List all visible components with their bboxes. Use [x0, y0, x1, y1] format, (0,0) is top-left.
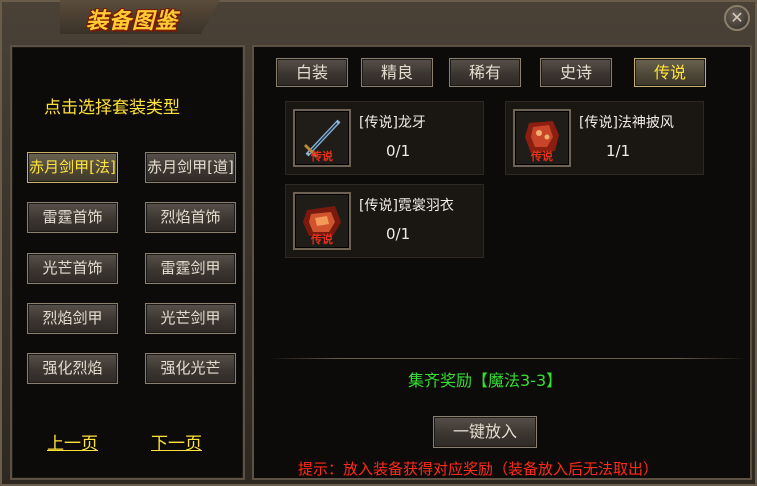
- one-click-insert-button[interactable]: 一键放入: [433, 416, 537, 448]
- prev-page-link[interactable]: 上一页: [47, 429, 98, 454]
- tab-white[interactable]: 白装: [276, 58, 348, 87]
- suit-button-guangmang-armor[interactable]: 光芒剑甲: [145, 303, 236, 334]
- item-slot[interactable]: 传说: [293, 192, 351, 250]
- item-slot[interactable]: 传说: [513, 109, 571, 167]
- item-count: 0/1: [386, 142, 411, 160]
- suit-button-lieyan-jewelry[interactable]: 烈焰首饰: [145, 202, 236, 233]
- close-button[interactable]: ✕: [724, 5, 750, 31]
- item-count: 0/1: [386, 225, 411, 243]
- suit-button-lieyan-armor[interactable]: 烈焰剑甲: [27, 303, 118, 334]
- suit-button-leiting-jewelry[interactable]: 雷霆首饰: [27, 202, 118, 233]
- item-name: [传说]龙牙: [359, 115, 426, 131]
- item-card[interactable]: 传说 [传说]法神披风 1/1: [505, 101, 704, 175]
- item-card[interactable]: 传说 [传说]霓裳羽衣 0/1: [285, 184, 484, 258]
- suit-type-prompt: 点击选择套装类型: [44, 98, 180, 118]
- legend-badge: 传说: [310, 232, 333, 246]
- set-reward-text: 集齐奖励【魔法3-3】: [408, 371, 563, 390]
- item-name: [传说]霓裳羽衣: [359, 198, 454, 214]
- tab-rare[interactable]: 稀有: [449, 58, 521, 87]
- legend-badge: 传说: [530, 149, 553, 163]
- next-page-link[interactable]: 下一页: [151, 429, 202, 454]
- dragon-fang-sword-icon: 传说: [303, 119, 341, 163]
- suit-button-qianghua-lieyan[interactable]: 强化烈焰: [27, 353, 118, 384]
- suit-button-guangmang-jewelry[interactable]: 光芒首饰: [27, 253, 118, 284]
- suit-button-leiting-armor[interactable]: 雷霆剑甲: [145, 253, 236, 284]
- item-slot[interactable]: 传说: [293, 109, 351, 167]
- close-icon: ✕: [730, 8, 744, 27]
- tab-epic[interactable]: 史诗: [540, 58, 612, 87]
- legend-badge: 传说: [310, 149, 333, 163]
- feather-robe-icon: 传说: [303, 206, 341, 246]
- suit-button-chiyue-dao[interactable]: 赤月剑甲[道]: [145, 152, 236, 183]
- section-divider: [268, 358, 748, 359]
- item-card[interactable]: 传说 [传说]龙牙 0/1: [285, 101, 484, 175]
- tab-fine[interactable]: 精良: [361, 58, 433, 87]
- item-name: [传说]法神披风: [579, 115, 674, 131]
- tip-text: 提示：放入装备获得对应奖励（装备放入后无法取出）: [298, 460, 659, 478]
- window-title: 装备图鉴: [86, 9, 179, 34]
- suit-button-chiyue-fa[interactable]: 赤月剑甲[法]: [27, 152, 118, 183]
- item-count: 1/1: [606, 142, 631, 160]
- tab-legend[interactable]: 传说: [634, 58, 706, 87]
- mage-cloak-icon: 传说: [525, 121, 559, 163]
- suit-button-qianghua-guangmang[interactable]: 强化光芒: [145, 353, 236, 384]
